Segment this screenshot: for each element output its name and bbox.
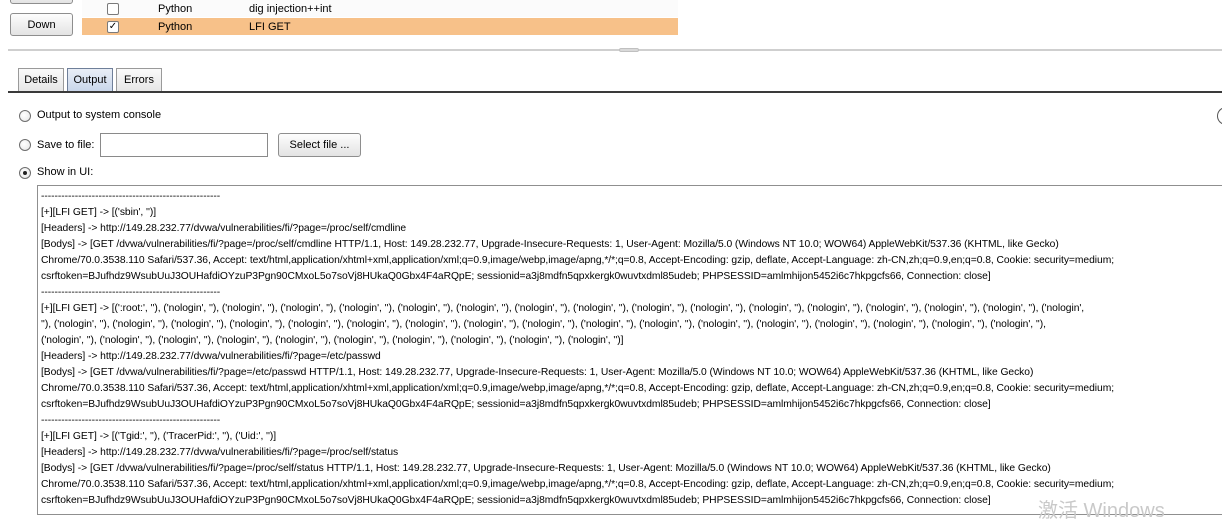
output-line: [Bodys] -> [GET /dvwa/vulnerabilities/fi… <box>41 463 1051 474</box>
save-to-file-label: Save to file: <box>37 139 95 151</box>
extension-name: LFI GET <box>249 20 291 33</box>
output-console-label: Output to system console <box>37 109 162 121</box>
tab-errors[interactable]: Errors <box>116 68 162 91</box>
file-path-field[interactable] <box>100 133 268 157</box>
loaded-checkbox[interactable] <box>107 2 119 15</box>
output-line: [Bodys] -> [GET /dvwa/vulnerabilities/fi… <box>41 367 1034 378</box>
output-line: Chrome/70.0.3538.110 Safari/537.36, Acce… <box>41 383 1115 394</box>
output-line: [+][LFI GET] -> [('sbin', '')] <box>41 207 157 218</box>
scroll-edge-icon <box>1217 107 1222 125</box>
table-row[interactable]: Python dig injection++int <box>82 0 678 17</box>
output-line: [+][LFI GET] -> [(':root:', ''), ('nolog… <box>41 303 1085 314</box>
up-button[interactable] <box>10 0 73 4</box>
split-divider[interactable] <box>8 49 1222 51</box>
extension-type: Python <box>158 20 193 33</box>
output-line: [Headers] -> http://149.28.232.77/dvwa/v… <box>41 447 399 458</box>
output-line: ----------------------------------------… <box>41 191 221 202</box>
splitter-grip-icon[interactable] <box>619 48 639 52</box>
output-line: Chrome/70.0.3538.110 Safari/537.36, Acce… <box>41 255 1115 266</box>
show-in-ui-label: Show in UI: <box>37 166 94 178</box>
output-line: [Headers] -> http://149.28.232.77/dvwa/v… <box>41 351 381 362</box>
output-line: ''), ('nologin', ''), ('nologin', ''), (… <box>41 319 1046 330</box>
output-line: csrftoken=BJufhdz9WsubUuJ3OUHafdiOYzuP3P… <box>41 271 991 282</box>
table-row-selected[interactable]: ✓ Python LFI GET <box>82 18 678 35</box>
output-line: ('nologin', ''), ('nologin', ''), ('nolo… <box>41 335 624 346</box>
save-to-file-radio[interactable] <box>19 139 31 151</box>
extensions-table: Python dig injection++int ✓ Python LFI G… <box>82 0 678 36</box>
activation-watermark: 激活 Windows <box>1038 500 1165 522</box>
output-line: [Headers] -> http://149.28.232.77/dvwa/v… <box>41 223 407 234</box>
output-line: [Bodys] -> [GET /dvwa/vulnerabilities/fi… <box>41 239 1059 250</box>
output-line: csrftoken=BJufhdz9WsubUuJ3OUHafdiOYzuP3P… <box>41 399 991 410</box>
select-file-button[interactable]: Select file ... <box>278 133 361 157</box>
output-line: [+][LFI GET] -> [('Tgid:', ''), ('Tracer… <box>41 431 277 442</box>
output-textarea[interactable]: ----------------------------------------… <box>37 185 1222 515</box>
extensions-panel: Down Python dig injection++int ✓ Python … <box>0 0 1222 46</box>
down-button[interactable]: Down <box>10 13 73 36</box>
down-button-label: Down <box>27 18 56 31</box>
extension-name: dig injection++int <box>249 2 332 15</box>
output-line: ----------------------------------------… <box>41 415 221 426</box>
tab-underline <box>8 91 1222 93</box>
extension-type: Python <box>158 2 193 15</box>
output-line: ----------------------------------------… <box>41 287 221 298</box>
output-line: Chrome/70.0.3538.110 Safari/537.36, Acce… <box>41 479 1115 490</box>
output-console-radio[interactable] <box>19 110 31 122</box>
tab-details[interactable]: Details <box>18 68 64 91</box>
tab-output[interactable]: Output <box>67 68 113 91</box>
tab-bar: Details Output Errors <box>8 68 1222 92</box>
show-in-ui-radio[interactable] <box>19 167 31 179</box>
loaded-checkbox[interactable]: ✓ <box>107 20 119 33</box>
